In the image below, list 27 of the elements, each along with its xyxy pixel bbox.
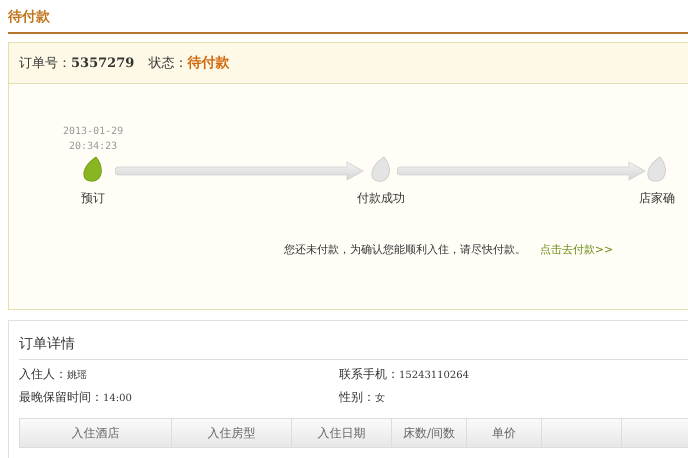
order-number: 5357279 <box>71 56 134 70</box>
field-label: 性别： <box>339 390 375 404</box>
column-header: 入住日期 <box>291 418 391 448</box>
column-header: 入住酒店 <box>19 418 171 448</box>
status-label: 状态： <box>148 56 188 72</box>
step-label: 预订 <box>81 190 106 207</box>
field-value: 女 <box>375 393 385 404</box>
column-header: 单价 <box>466 418 541 448</box>
step-date: 2013-01-29 <box>63 125 124 139</box>
field-value: 14:00 <box>103 393 132 404</box>
field-label: 入住人： <box>19 367 67 381</box>
pay-link[interactable]: 点击去付款>> <box>540 243 614 256</box>
section-title: 订单详情 <box>19 321 688 360</box>
column-header <box>621 418 688 448</box>
notice-text: 您还未付款，为确认您能顺利入住，请尽快付款。 <box>284 243 526 256</box>
step-label: 店家确 <box>639 190 676 207</box>
field-value: 15243110264 <box>399 370 469 381</box>
order-number-label: 订单号： <box>19 55 71 72</box>
field-value: 姚瑶 <box>67 370 87 381</box>
step-time: 20:34:23 <box>68 140 118 154</box>
step-label: 付款成功 <box>357 190 406 207</box>
column-header: 床数/间数 <box>391 418 466 448</box>
column-header: 入住房型 <box>171 418 291 448</box>
order-status: 待付款 <box>187 54 230 72</box>
field-label: 最晚保留时间： <box>19 390 103 404</box>
field-label: 联系手机： <box>339 367 399 381</box>
page-title: 待付款 <box>8 8 51 27</box>
